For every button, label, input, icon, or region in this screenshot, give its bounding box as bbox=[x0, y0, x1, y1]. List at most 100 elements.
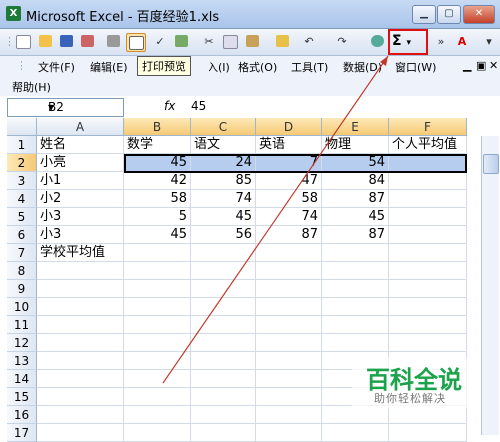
cell-e8[interactable] bbox=[322, 262, 389, 280]
toolbar-overflow-icon[interactable]: ▾ bbox=[480, 33, 498, 50]
cell-e4[interactable]: 87 bbox=[322, 190, 389, 208]
autosum-button[interactable]: Σ ▾ bbox=[392, 33, 411, 49]
vertical-scrollbar[interactable] bbox=[481, 136, 499, 435]
row-header[interactable]: 1 bbox=[7, 136, 37, 154]
cell-e16[interactable] bbox=[322, 406, 389, 424]
cell-f7[interactable] bbox=[389, 244, 467, 262]
doc-restore-icon[interactable]: ▣ bbox=[476, 59, 486, 72]
paste-icon[interactable] bbox=[243, 33, 261, 50]
cell-d8[interactable] bbox=[256, 262, 322, 280]
cell-c1[interactable]: 语文 bbox=[191, 136, 256, 154]
function-icon[interactable]: fx bbox=[164, 99, 175, 113]
menu-insert[interactable]: 插入(I) bbox=[209, 59, 230, 75]
research-icon[interactable] bbox=[172, 33, 190, 50]
select-all-corner[interactable] bbox=[7, 118, 37, 136]
cell-c16[interactable] bbox=[191, 406, 256, 424]
column-header-d[interactable]: D bbox=[256, 118, 322, 136]
cell-f1[interactable]: 个人平均值 bbox=[389, 136, 467, 154]
row-header[interactable]: 12 bbox=[7, 334, 37, 352]
row-header[interactable]: 4 bbox=[7, 190, 37, 208]
cell-a15[interactable] bbox=[37, 388, 124, 406]
cell-c9[interactable] bbox=[191, 280, 256, 298]
cell-c17[interactable] bbox=[191, 424, 256, 442]
minimize-button[interactable]: ▁ bbox=[412, 5, 436, 24]
row-header[interactable]: 5 bbox=[7, 208, 37, 226]
column-header-e[interactable]: E bbox=[322, 118, 389, 136]
cell-a11[interactable] bbox=[37, 316, 124, 334]
menu-format[interactable]: 格式(O) bbox=[238, 59, 277, 75]
cell-e7[interactable] bbox=[322, 244, 389, 262]
cell-d6[interactable]: 87 bbox=[256, 226, 322, 244]
cut-icon[interactable]: ✂ bbox=[200, 33, 218, 50]
cell-a10[interactable] bbox=[37, 298, 124, 316]
cell-d12[interactable] bbox=[256, 334, 322, 352]
toolbar-options-icon[interactable]: » bbox=[432, 33, 450, 50]
cell-d1[interactable]: 英语 bbox=[256, 136, 322, 154]
cell-f17[interactable] bbox=[389, 424, 467, 442]
scrollbar-thumb[interactable] bbox=[483, 154, 499, 174]
row-header[interactable]: 14 bbox=[7, 370, 37, 388]
cell-d10[interactable] bbox=[256, 298, 322, 316]
row-header[interactable]: 11 bbox=[7, 316, 37, 334]
cell-c15[interactable] bbox=[191, 388, 256, 406]
cell-c5[interactable]: 45 bbox=[191, 208, 256, 226]
cell-d3[interactable]: 47 bbox=[256, 172, 322, 190]
cell-d4[interactable]: 58 bbox=[256, 190, 322, 208]
cell-d11[interactable] bbox=[256, 316, 322, 334]
cell-d17[interactable] bbox=[256, 424, 322, 442]
cell-f5[interactable] bbox=[389, 208, 467, 226]
undo-icon[interactable]: ↶ bbox=[300, 33, 318, 50]
row-header[interactable]: 13 bbox=[7, 352, 37, 370]
row-header[interactable]: 3 bbox=[7, 172, 37, 190]
cell-b15[interactable] bbox=[124, 388, 191, 406]
row-header[interactable]: 16 bbox=[7, 406, 37, 424]
cell-a7[interactable]: 学校平均值 bbox=[37, 244, 124, 262]
column-header-c[interactable]: C bbox=[191, 118, 256, 136]
menu-file[interactable]: 文件(F) bbox=[38, 59, 75, 75]
doc-close-icon[interactable]: ✕ bbox=[489, 59, 498, 72]
menu-help[interactable]: 帮助(H) bbox=[12, 79, 51, 95]
cell-f11[interactable] bbox=[389, 316, 467, 334]
menu-tools[interactable]: 工具(T) bbox=[291, 59, 328, 75]
column-header-f[interactable]: F bbox=[389, 118, 467, 136]
column-header-a[interactable]: A bbox=[37, 118, 124, 136]
cell-c10[interactable] bbox=[191, 298, 256, 316]
cell-a14[interactable] bbox=[37, 370, 124, 388]
cell-a4[interactable]: 小2 bbox=[37, 190, 124, 208]
save-icon[interactable] bbox=[57, 33, 75, 50]
cell-b7[interactable] bbox=[124, 244, 191, 262]
cell-d15[interactable] bbox=[256, 388, 322, 406]
cell-e9[interactable] bbox=[322, 280, 389, 298]
cell-e11[interactable] bbox=[322, 316, 389, 334]
cell-c3[interactable]: 85 bbox=[191, 172, 256, 190]
cell-a16[interactable] bbox=[37, 406, 124, 424]
row-header[interactable]: 6 bbox=[7, 226, 37, 244]
cell-b11[interactable] bbox=[124, 316, 191, 334]
cell-e12[interactable] bbox=[322, 334, 389, 352]
cell-b10[interactable] bbox=[124, 298, 191, 316]
cell-d14[interactable] bbox=[256, 370, 322, 388]
cell-f12[interactable] bbox=[389, 334, 467, 352]
row-header[interactable]: 17 bbox=[7, 424, 37, 442]
cell-b13[interactable] bbox=[124, 352, 191, 370]
maximize-button[interactable]: ▢ bbox=[437, 5, 461, 24]
cell-b16[interactable] bbox=[124, 406, 191, 424]
row-header[interactable]: 15 bbox=[7, 388, 37, 406]
row-header[interactable]: 2 bbox=[7, 154, 37, 172]
cell-c14[interactable] bbox=[191, 370, 256, 388]
cell-e6[interactable]: 87 bbox=[322, 226, 389, 244]
cell-e3[interactable]: 84 bbox=[322, 172, 389, 190]
cell-c4[interactable]: 74 bbox=[191, 190, 256, 208]
font-color-icon[interactable]: A bbox=[453, 33, 471, 50]
redo-icon[interactable]: ↷ bbox=[333, 33, 351, 50]
cell-f10[interactable] bbox=[389, 298, 467, 316]
copy-icon[interactable] bbox=[221, 33, 239, 50]
spelling-icon[interactable]: ✓ bbox=[151, 33, 169, 50]
row-header[interactable]: 9 bbox=[7, 280, 37, 298]
cell-a1[interactable]: 姓名 bbox=[37, 136, 124, 154]
cell-a12[interactable] bbox=[37, 334, 124, 352]
print-icon[interactable] bbox=[104, 33, 122, 50]
doc-minimize-icon[interactable]: ▁ bbox=[463, 59, 471, 72]
menu-window[interactable]: 窗口(W) bbox=[395, 59, 436, 75]
toolbar-grip-icon[interactable]: ⋮ bbox=[4, 33, 15, 50]
